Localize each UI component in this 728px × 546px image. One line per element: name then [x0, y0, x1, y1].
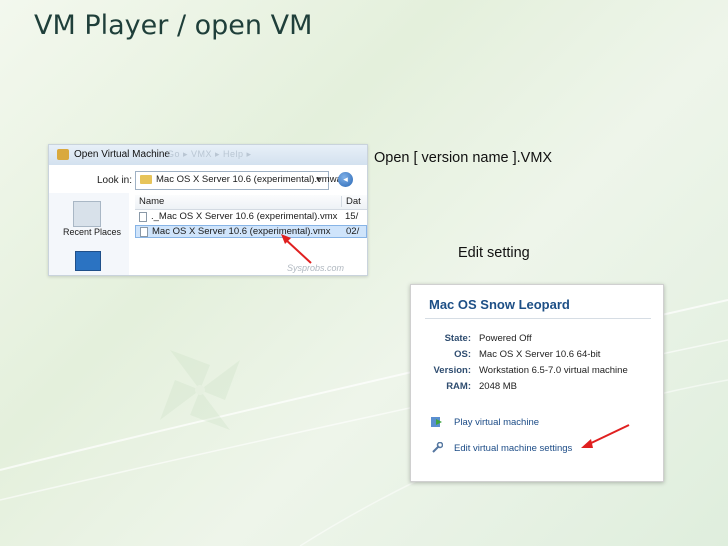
watermark: Sysprobs.com: [287, 263, 345, 273]
pinwheel-icon: [160, 350, 240, 430]
annotation-arrow-icon: [581, 424, 630, 448]
vm-details-panel: Mac OS Snow Leopard State: Powered Off O…: [410, 284, 664, 482]
slide-title: VM Player / open VM: [34, 10, 313, 41]
annotation-arrow-icon: [281, 234, 312, 264]
caption-edit: Edit setting: [458, 245, 530, 261]
open-vm-dialog: Open Virtual Machine Go ▸ VMX ▸ Help ▸ L…: [48, 144, 368, 276]
caption-open: Open [ version name ].VMX: [374, 150, 553, 166]
